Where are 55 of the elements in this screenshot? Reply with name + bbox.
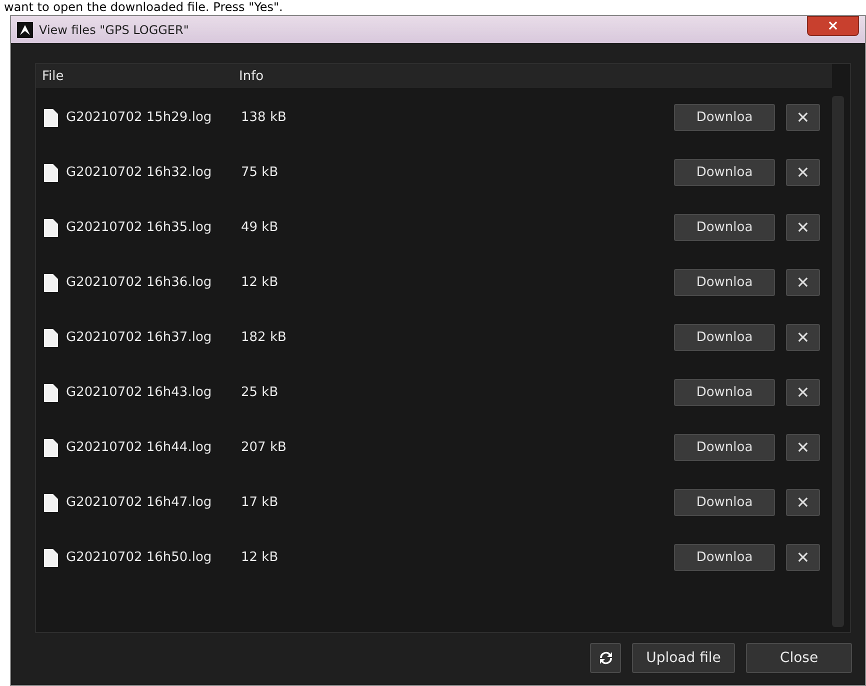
download-button[interactable]: Downloa [674,544,775,571]
file-size: 17 kB [241,495,280,510]
download-button[interactable]: Downloa [674,379,775,406]
column-header: Info [239,68,264,84]
delete-button[interactable]: ✕ [786,214,820,241]
file-icon [44,108,58,126]
refresh-button[interactable] [590,643,621,673]
file-icon [44,438,58,456]
download-button[interactable]: Downloa [674,104,775,131]
file-size: 12 kB [241,275,280,290]
download-button[interactable]: Downloa [674,269,775,296]
delete-button[interactable]: ✕ [786,379,820,406]
delete-button[interactable]: ✕ [786,544,820,571]
file-size: 49 kB [241,220,280,235]
close-button[interactable]: Close [746,643,852,673]
file-icon [44,218,58,236]
file-size: 12 kB [241,550,280,565]
window-title: View files "GPS LOGGER" [39,22,190,36]
delete-button[interactable]: ✕ [786,324,820,351]
file-name: G20210702 16h44.log [66,440,213,455]
file-icon [44,274,58,292]
delete-button[interactable]: ✕ [786,269,820,296]
file-size: 207 kB [241,440,288,455]
file-name: G20210702 16h35.log [66,220,213,235]
file-icon [44,548,58,566]
delete-button[interactable]: ✕ [786,489,820,516]
file-icon [44,384,58,402]
file-icon [44,328,58,346]
file-size: 75 kB [241,165,280,180]
close-window-button[interactable]: × [807,16,859,36]
file-name: G20210702 16h36.log [66,275,213,290]
download-button[interactable]: Downloa [674,489,775,516]
file-size: 138 kB [241,110,288,125]
delete-button[interactable]: ✕ [786,159,820,186]
file-name: G20210702 16h47.log [66,495,213,510]
file-icon [44,494,58,512]
download-button[interactable]: Downloa [674,324,775,351]
file-name: G20210702 16h43.log [66,385,213,400]
file-size: 25 kB [241,385,280,400]
refresh-icon [598,650,614,666]
file-size: 182 kB [241,330,288,345]
download-button[interactable]: Downloa [674,434,775,461]
upload-file-button[interactable]: Upload file [632,643,735,673]
download-button[interactable]: Downloa [674,159,775,186]
file-icon [44,164,58,182]
download-button[interactable]: Downloa [674,214,775,241]
file-name: G20210702 15h29.log [66,110,213,125]
caption-text: want to open the downloaded file. Press "Yes". [3,0,283,15]
file-name: G20210702 16h37.log [66,330,213,345]
file-name: G20210702 16h50.log [66,550,213,565]
delete-button[interactable]: ✕ [786,104,820,131]
column-header: File [42,68,65,84]
delete-button[interactable]: ✕ [786,434,820,461]
file-name: G20210702 16h32.log [66,165,213,180]
app-logo-icon [17,22,33,38]
